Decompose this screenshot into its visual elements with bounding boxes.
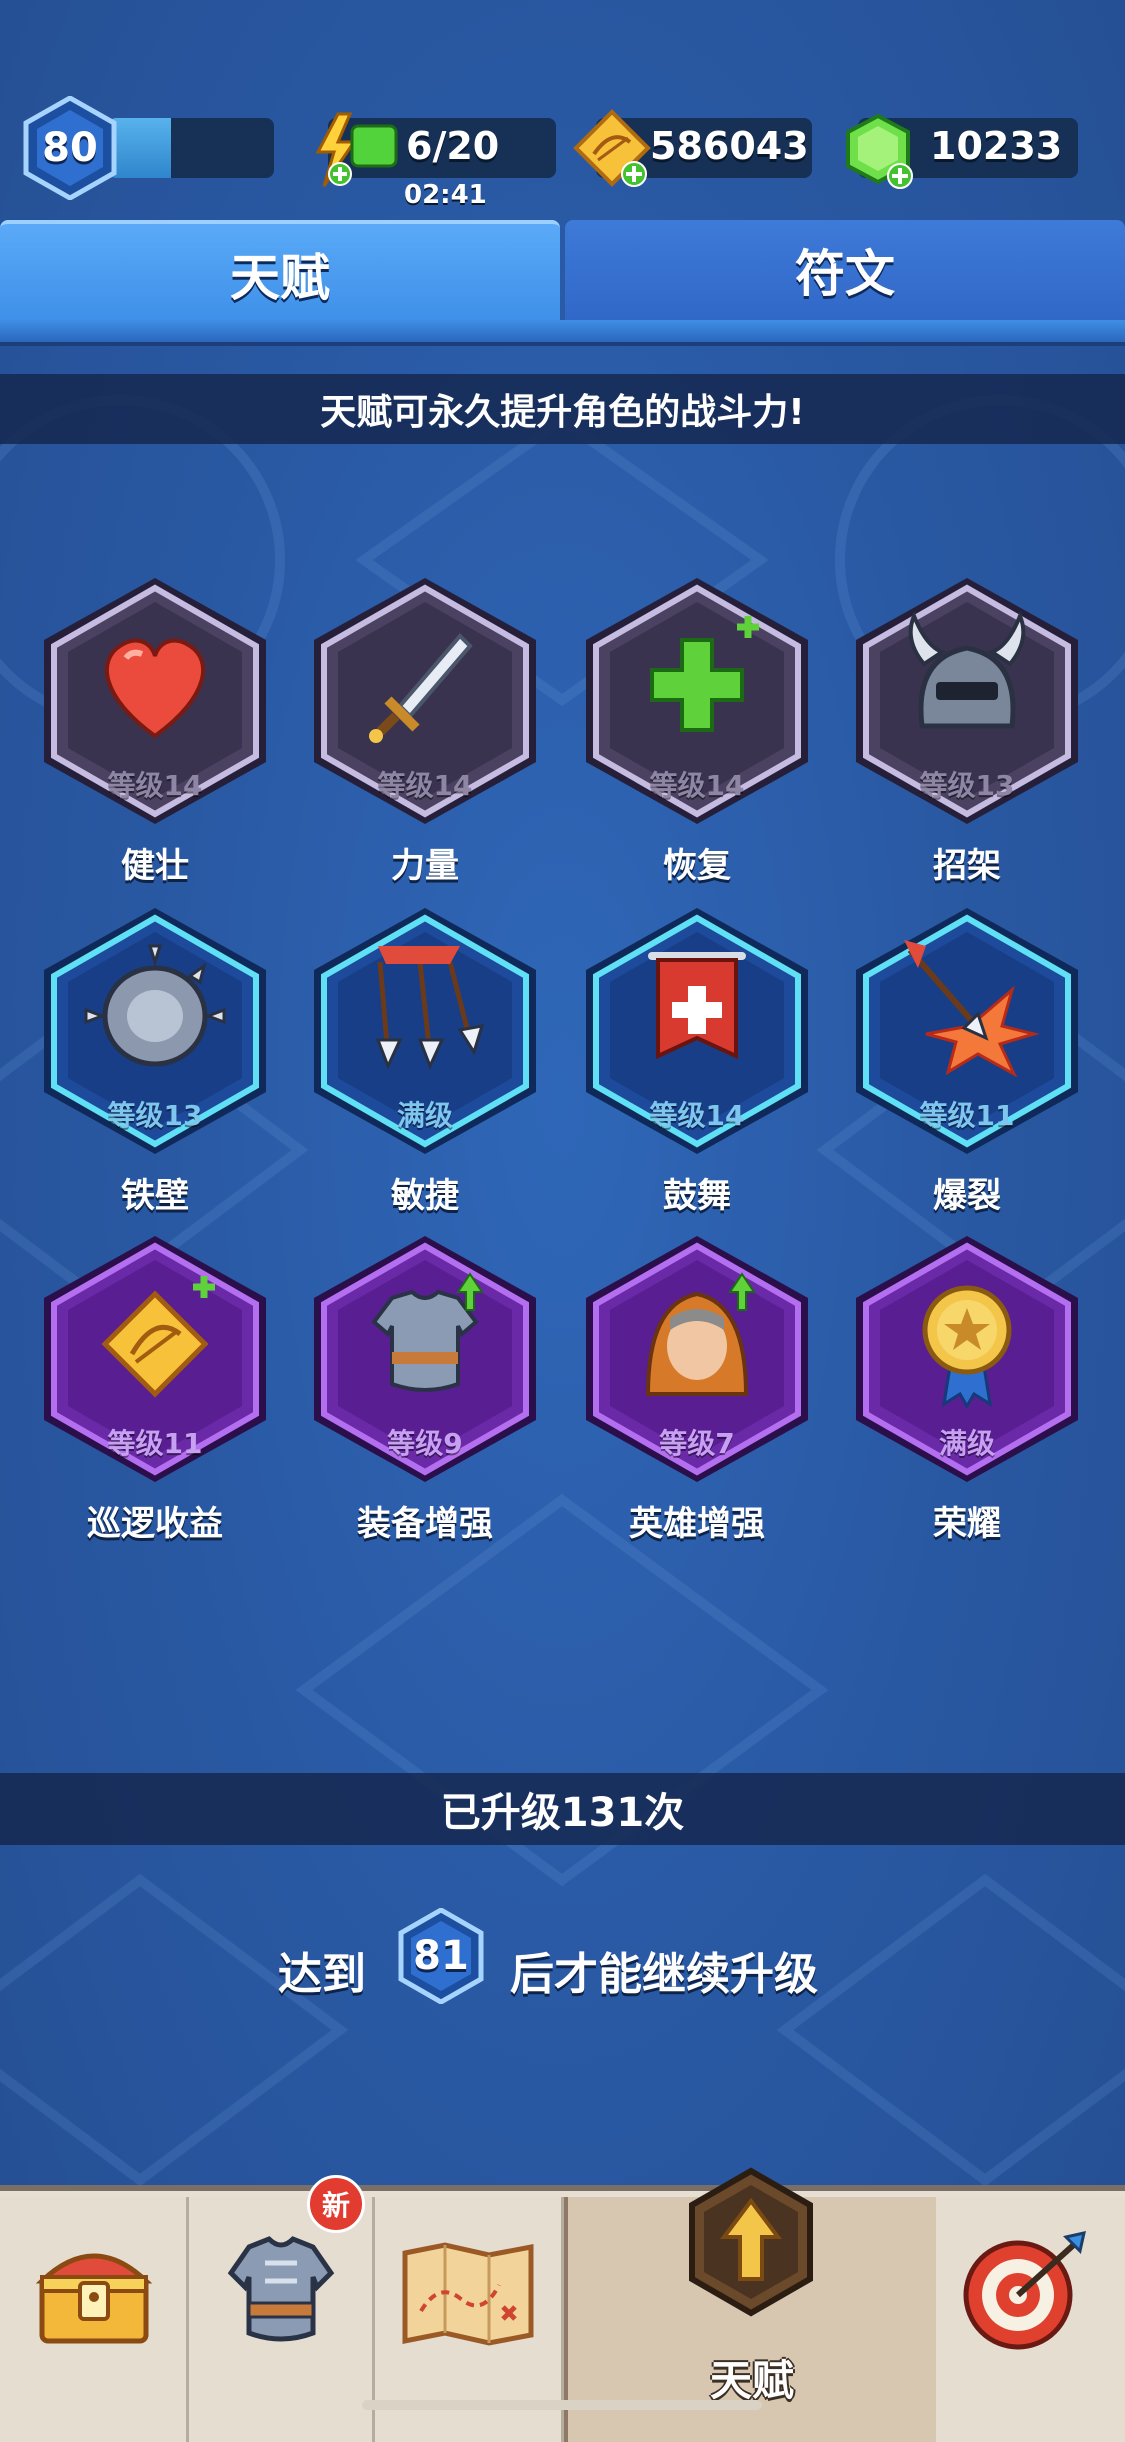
tab-talent[interactable]: 天赋 xyxy=(0,220,560,324)
tab-rune[interactable]: 符文 xyxy=(565,220,1125,320)
talent-level: 满级 xyxy=(938,1427,995,1460)
unlock-suffix: 后才能继续升级 xyxy=(510,1949,818,2000)
talent-card[interactable]: 等级13 招架 xyxy=(852,576,1082,886)
unlock-prefix: 达到 xyxy=(278,1949,366,2000)
talent-arrow-icon xyxy=(689,2167,813,2317)
talent-card[interactable]: 等级11 巡逻收益 xyxy=(40,1234,270,1544)
nav-item-equipment[interactable]: 新 xyxy=(189,2175,375,2442)
talent-card[interactable]: 等级14 恢复 xyxy=(582,576,812,886)
talent-name: 恢复 xyxy=(663,846,731,886)
status-bar: 80 6/20 02:41 586043 10233 xyxy=(0,0,1125,220)
energy-count: 6/20 xyxy=(406,124,500,168)
talent-level: 等级13 xyxy=(919,769,1015,802)
talent-name: 巡逻收益 xyxy=(87,1504,223,1544)
talent-name: 鼓舞 xyxy=(663,1176,731,1216)
nav-item-target[interactable] xyxy=(936,2197,1125,2442)
nav-label-talent: 天赋 xyxy=(709,2356,794,2405)
home-indicator xyxy=(362,2400,762,2410)
talent-name: 招架 xyxy=(933,846,1001,886)
talent-name: 铁壁 xyxy=(121,1176,189,1216)
talent-name: 荣耀 xyxy=(933,1504,1001,1544)
talent-level: 满级 xyxy=(396,1099,453,1132)
talent-level: 等级13 xyxy=(107,1099,203,1132)
gem-icon[interactable] xyxy=(838,110,922,194)
talent-name: 装备增强 xyxy=(357,1504,493,1544)
energy-icon[interactable] xyxy=(310,112,402,188)
gold-coin-icon[interactable] xyxy=(572,108,656,192)
xp-bar xyxy=(108,118,274,178)
talent-card[interactable]: 等级9 装备增强 xyxy=(310,1234,540,1544)
talent-name: 力量 xyxy=(391,846,459,886)
talent-card[interactable]: 等级14 力量 xyxy=(310,576,540,886)
new-badge: 新 xyxy=(307,2175,365,2233)
target-icon xyxy=(963,2231,1086,2350)
talent-description-banner: 天赋可永久提升角色的战斗力! xyxy=(0,374,1125,444)
map-icon xyxy=(402,2242,534,2346)
talent-card[interactable]: 等级7 英雄增强 xyxy=(582,1234,812,1544)
talent-level: 等级14 xyxy=(649,1099,745,1132)
talent-card[interactable]: 等级13 铁壁 xyxy=(40,906,270,1216)
talent-level: 等级11 xyxy=(107,1427,203,1460)
talent-card[interactable]: 等级11 爆裂 xyxy=(852,906,1082,1216)
talent-level: 等级9 xyxy=(387,1427,463,1460)
talent-level: 等级14 xyxy=(649,769,745,802)
talent-card[interactable]: 满级 敏捷 xyxy=(310,906,540,1216)
talent-name: 健壮 xyxy=(121,846,189,886)
energy-timer: 02:41 xyxy=(404,180,487,210)
unlock-requirement: 达到 81 后才能继续升级 xyxy=(0,1908,1125,2028)
talent-card[interactable]: 等级14 健壮 xyxy=(40,576,270,886)
gold-count: 586043 xyxy=(650,124,809,168)
talent-card[interactable]: 等级14 鼓舞 xyxy=(582,906,812,1216)
nav-item-chest[interactable] xyxy=(0,2197,189,2442)
talent-name: 英雄增强 xyxy=(629,1504,765,1544)
gems-count: 10233 xyxy=(930,124,1063,168)
talent-level: 等级14 xyxy=(107,769,203,802)
talent-level: 等级7 xyxy=(659,1427,735,1460)
talent-name: 敏捷 xyxy=(391,1176,459,1216)
player-level[interactable]: 80 xyxy=(22,96,118,200)
talent-name: 爆裂 xyxy=(933,1176,1001,1216)
upgrade-count: 已升级131次 xyxy=(0,1773,1125,1845)
talent-card[interactable]: 满级 荣耀 xyxy=(852,1234,1082,1544)
tab-bar: 天赋 符文 xyxy=(0,220,1125,346)
treasure-chest-icon xyxy=(36,2253,152,2344)
talent-level: 等级14 xyxy=(377,769,473,802)
tab-underline xyxy=(0,320,1125,346)
required-level: 81 xyxy=(413,1933,469,1979)
armor-icon xyxy=(227,2236,335,2342)
talent-level: 等级11 xyxy=(919,1099,1015,1132)
background-pattern xyxy=(0,395,1125,2187)
